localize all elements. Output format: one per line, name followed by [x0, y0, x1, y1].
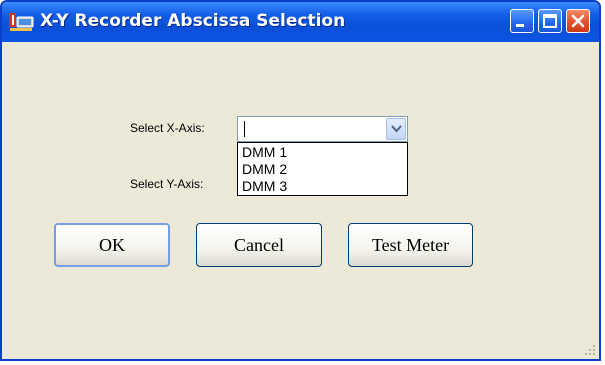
x-axis-label: Select X-Axis:	[130, 121, 205, 135]
dialog-window: X-Y Recorder Abscissa Selection Select X…	[0, 0, 601, 361]
x-axis-select[interactable]	[237, 116, 408, 142]
text-caret	[244, 121, 245, 137]
minimize-button[interactable]	[510, 9, 534, 33]
close-icon	[571, 14, 585, 28]
maximize-button[interactable]	[538, 9, 562, 33]
title-bar[interactable]: X-Y Recorder Abscissa Selection	[2, 2, 599, 42]
dropdown-toggle-button[interactable]	[386, 118, 406, 140]
ok-button[interactable]: OK	[54, 223, 170, 267]
resize-grip-icon[interactable]	[583, 343, 596, 356]
y-axis-label: Select Y-Axis:	[130, 177, 204, 191]
chevron-down-icon	[391, 125, 402, 133]
dropdown-option-dmm-2[interactable]: DMM 2	[242, 161, 287, 178]
minimize-icon	[516, 24, 524, 27]
dropdown-option-dmm-1[interactable]: DMM 1	[242, 144, 287, 161]
cancel-button[interactable]: Cancel	[196, 223, 322, 267]
app-icon	[9, 13, 34, 31]
window-title: X-Y Recorder Abscissa Selection	[40, 11, 346, 31]
test-meter-button[interactable]: Test Meter	[348, 223, 473, 267]
x-axis-dropdown-list: DMM 1 DMM 2 DMM 3	[237, 142, 408, 196]
maximize-icon	[543, 14, 557, 28]
dropdown-option-dmm-3[interactable]: DMM 3	[242, 178, 287, 195]
close-button[interactable]	[566, 9, 590, 33]
